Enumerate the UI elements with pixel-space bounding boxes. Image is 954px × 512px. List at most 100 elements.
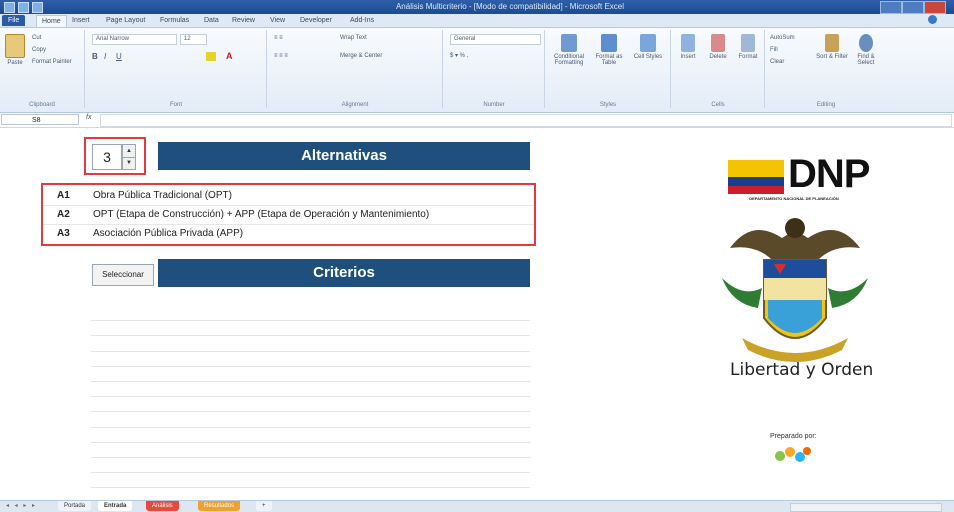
alternative-code: A3 (57, 228, 70, 239)
undo-icon[interactable] (32, 2, 43, 13)
cells-group: Insert Delete Format Cells (672, 30, 765, 108)
dnp-subtitle: DEPARTAMENTO NACIONAL DE PLANEACIÓN (749, 196, 839, 201)
paste-label: Paste (7, 60, 23, 66)
sort-filter-label: Sort & Filter (816, 54, 848, 60)
criteria-row[interactable] (91, 321, 530, 337)
format-as-table-label: Format as Table (595, 54, 623, 66)
font-name-select[interactable]: Arial Narrow (92, 34, 177, 45)
tab-data[interactable]: Data (204, 15, 219, 26)
align-left-icon[interactable]: ≡ ≡ ≡ (274, 52, 288, 61)
align-top-icon[interactable]: ≡ ≡ (274, 34, 283, 43)
alternatives-spinner: 3 ▲ ▼ (84, 137, 146, 175)
list-item[interactable]: A3 Asociación Pública Privada (APP) (43, 225, 534, 243)
sort-filter-button[interactable]: Sort & Filter (816, 34, 848, 60)
format-as-table-button[interactable]: Format as Table (590, 34, 628, 66)
criteria-row[interactable] (91, 428, 530, 443)
sheet-tab-resultados[interactable]: Resultados (198, 501, 241, 511)
minimize-button[interactable] (880, 1, 902, 14)
criteria-row[interactable] (91, 458, 530, 474)
autosum-button[interactable]: AutoSum (770, 34, 795, 43)
criteria-row[interactable] (91, 412, 530, 428)
tab-page-layout[interactable]: Page Layout (106, 15, 145, 26)
sheet-nav-arrows[interactable]: ◂ ◂ ▸ ▸ (6, 502, 37, 509)
criteria-row[interactable] (91, 397, 530, 413)
percent-icon[interactable]: $ ▾ % , (450, 52, 468, 61)
styles-group: Conditional Formatting Format as Table C… (546, 30, 671, 108)
select-button[interactable]: Seleccionar (92, 264, 154, 286)
criteria-row[interactable] (91, 306, 530, 322)
list-item[interactable]: A2 OPT (Etapa de Construcción) + APP (Et… (43, 206, 534, 225)
delete-cells-button[interactable]: Delete (704, 34, 732, 60)
number-format-select[interactable]: General (450, 34, 541, 45)
criteria-row[interactable] (91, 352, 530, 367)
italic-button[interactable]: I (104, 52, 106, 61)
list-item[interactable]: A1 Obra Pública Tradicional (OPT) (43, 187, 534, 206)
tab-formulas[interactable]: Formulas (160, 15, 189, 26)
fx-icon[interactable]: fx (86, 114, 91, 121)
conditional-formatting-button[interactable]: Conditional Formatting (550, 34, 588, 66)
tab-view[interactable]: View (270, 15, 285, 26)
sheet-tab-portada[interactable]: Portada (58, 501, 92, 511)
cell-styles-button[interactable]: Cell Styles (630, 34, 666, 60)
spinner-down-button[interactable]: ▼ (123, 157, 135, 169)
clear-button[interactable]: Clear (770, 58, 784, 67)
binoculars-icon (859, 34, 873, 52)
cut-button[interactable]: Cut (32, 34, 41, 43)
font-color-icon[interactable]: A (226, 52, 233, 61)
sheet-tab-entrada[interactable]: Entrada (98, 501, 133, 511)
tab-insert[interactable]: Insert (72, 15, 90, 26)
fill-color-icon[interactable] (206, 52, 216, 61)
format-painter-button[interactable]: Format Painter (32, 58, 72, 67)
number-group: General $ ▾ % , Number (444, 30, 545, 108)
help-icon[interactable] (928, 15, 937, 24)
fill-button[interactable]: Fill (770, 46, 778, 55)
new-sheet-icon[interactable]: + (256, 501, 272, 511)
prepared-by-label: Preparado por: (770, 433, 817, 440)
formula-input[interactable] (100, 114, 952, 127)
format-cells-button[interactable]: Format (734, 34, 762, 60)
alternative-text: Asociación Pública Privada (APP) (93, 228, 244, 239)
save-icon[interactable] (18, 2, 29, 13)
wrap-text-button[interactable]: Wrap Text (340, 34, 367, 43)
criteria-grid[interactable] (91, 306, 530, 504)
sheet-tab-analisis[interactable]: Análisis (146, 501, 179, 511)
sort-icon (825, 34, 839, 52)
tab-developer[interactable]: Developer (300, 15, 332, 26)
insert-cells-button[interactable]: Insert (674, 34, 702, 60)
name-box[interactable]: S8 (1, 114, 79, 125)
criteria-row[interactable] (91, 336, 530, 352)
clipboard-group: Paste Cut Copy Format Painter Clipboard (0, 30, 85, 108)
title-bar: Análisis Multicriterio - [Modo de compat… (0, 0, 954, 14)
number-label: Number (483, 102, 505, 108)
maximize-button[interactable] (902, 1, 924, 14)
cell-styles-icon (640, 34, 656, 52)
criteria-row[interactable] (91, 443, 530, 458)
underline-button[interactable]: U (116, 52, 122, 61)
merge-center-button[interactable]: Merge & Center (340, 52, 382, 61)
tab-home[interactable]: Home (36, 15, 67, 27)
copy-button[interactable]: Copy (32, 46, 46, 55)
conditional-formatting-label: Conditional Formatting (553, 54, 585, 66)
dnp-logo-text: DNP (788, 152, 870, 196)
format-label: Format (738, 54, 758, 60)
criteria-row[interactable] (91, 367, 530, 382)
close-button[interactable] (924, 1, 946, 14)
spinner-value[interactable]: 3 (92, 144, 122, 170)
editing-label: Editing (816, 102, 836, 108)
tab-add-ins[interactable]: Add-Ins (350, 15, 374, 26)
alternative-text: Obra Pública Tradicional (OPT) (93, 190, 232, 201)
paste-button[interactable]: Paste (2, 34, 28, 66)
bold-button[interactable]: B (92, 52, 98, 61)
paste-icon (5, 34, 25, 58)
font-size-select[interactable]: 12 (180, 34, 207, 45)
sheet-tab-bar: ◂ ◂ ▸ ▸ Portada Entrada Análisis Resulta… (0, 500, 954, 512)
formula-bar: S8 fx (0, 113, 954, 128)
find-select-button[interactable]: Find & Select (850, 34, 882, 66)
criteria-row[interactable] (91, 473, 530, 489)
criteria-row[interactable] (91, 382, 530, 398)
tab-review[interactable]: Review (232, 15, 255, 26)
conditional-formatting-icon (561, 34, 577, 52)
dnp-logo-area: DNP DEPARTAMENTO NACIONAL DE PLANEACIÓN … (700, 150, 890, 490)
alignment-group: ≡ ≡ Wrap Text ≡ ≡ ≡ Merge & Center Align… (268, 30, 443, 108)
tab-file[interactable]: File (2, 15, 26, 26)
